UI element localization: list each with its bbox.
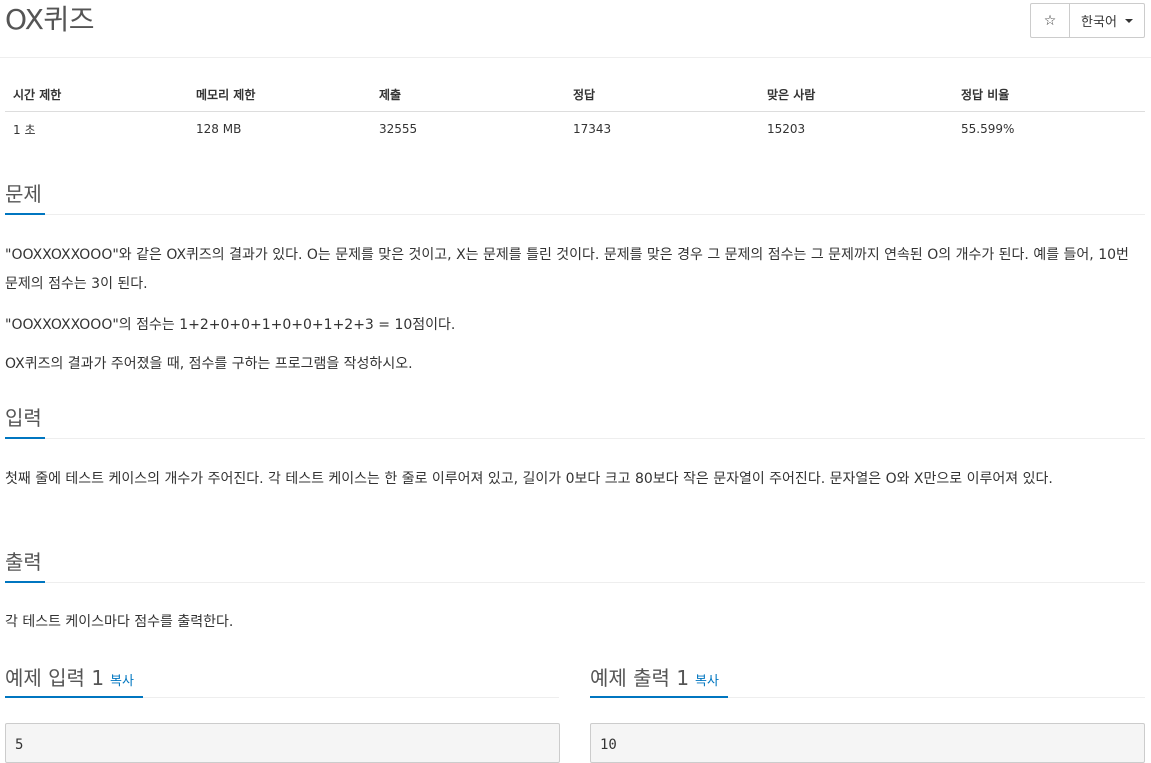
value-solvers: 15203: [767, 122, 806, 136]
title-bar: OX퀴즈 ☆ 한국어: [0, 0, 1151, 58]
problem-paragraph-2: "OOXXOXXOOO"의 점수는 1+2+0+0+1+0+0+1+2+3 = …: [5, 317, 456, 333]
star-button[interactable]: ☆: [1031, 4, 1070, 37]
value-time-limit: 1 초: [13, 122, 36, 137]
table-header-row: 시간 제한 메모리 제한 제출 정답 맞은 사람 정답 비율: [5, 77, 1145, 112]
value-accepted: 17343: [573, 122, 612, 136]
input-divider: [5, 438, 1145, 439]
title-controls: ☆ 한국어: [1030, 3, 1145, 38]
output-paragraph: 각 테스트 케이스마다 점수를 출력한다.: [5, 614, 234, 630]
sample-input-box[interactable]: 5: [5, 723, 560, 763]
sample-input-title: 예제 입력 1: [5, 666, 105, 690]
input-heading-underline: [5, 437, 45, 439]
caret-down-icon: [1124, 18, 1133, 23]
input-paragraph: 첫째 줄에 테스트 케이스의 개수가 주어진다. 각 테스트 케이스는 한 줄로…: [5, 471, 1053, 487]
input-heading: 입력: [5, 406, 42, 430]
problem-divider: [5, 214, 1145, 215]
star-icon: ☆: [1043, 12, 1057, 29]
value-memory-limit: 128 MB: [196, 122, 242, 136]
header-submissions: 제출: [371, 77, 565, 112]
header-ratio: 정답 비율: [953, 77, 1145, 112]
table-row: 1 초 128 MB 32555 17343 15203 55.599%: [5, 112, 1145, 147]
language-dropdown[interactable]: 한국어: [1070, 4, 1144, 37]
header-time-limit: 시간 제한: [5, 77, 188, 112]
sample-output-box[interactable]: 10: [590, 723, 1145, 763]
header-solvers: 맞은 사람: [759, 77, 953, 112]
problem-paragraph-3: OX퀴즈의 결과가 주어졌을 때, 점수를 구하는 프로그램을 작성하시오.: [5, 356, 413, 372]
sample-input-heading: 예제 입력 1 복사: [5, 662, 134, 691]
sample-output-title: 예제 출력 1: [590, 666, 690, 690]
header-memory-limit: 메모리 제한: [188, 77, 371, 112]
sample-output-copy-link[interactable]: 복사: [695, 674, 719, 689]
problem-paragraph-1: "OOXXOXXOOO"와 같은 OX퀴즈의 결과가 있다. O는 문제를 맞은…: [5, 247, 1129, 292]
header-accepted: 정답: [565, 77, 759, 112]
output-divider: [5, 582, 1145, 583]
value-ratio: 55.599%: [961, 122, 1015, 136]
language-label: 한국어: [1081, 15, 1117, 30]
sample-output-heading-underline: [590, 696, 728, 698]
output-heading-underline: [5, 581, 45, 583]
sample-input-copy-link[interactable]: 복사: [110, 674, 134, 689]
value-submissions: 32555: [379, 122, 418, 136]
output-heading: 출력: [5, 550, 42, 574]
problem-heading-underline: [5, 213, 45, 215]
problem-info-table: 시간 제한 메모리 제한 제출 정답 맞은 사람 정답 비율 1 초 128 M…: [5, 77, 1145, 146]
problem-heading: 문제: [5, 182, 42, 206]
sample-output-heading: 예제 출력 1 복사: [590, 662, 719, 691]
sample-input-heading-underline: [5, 696, 143, 698]
page-title: OX퀴즈: [5, 3, 94, 36]
